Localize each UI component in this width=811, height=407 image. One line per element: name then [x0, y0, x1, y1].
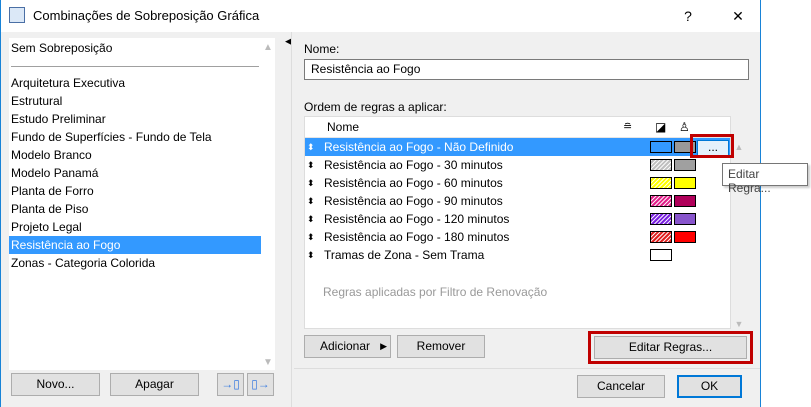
pen-swatch[interactable]	[674, 159, 696, 171]
list-item[interactable]: Sem Sobreposição	[9, 39, 261, 57]
fill-swatch[interactable]	[650, 159, 672, 171]
surface-column-icon: ≘	[623, 121, 633, 133]
rule-name: Tramas de Zona - Sem Trama	[324, 248, 485, 262]
title-bar: Combinações de Sobreposição Gráfica ? ✕	[1, 0, 760, 32]
add-button[interactable]: Adicionar ▶	[304, 335, 391, 358]
fill-column-icon: ◪	[655, 120, 667, 134]
new-button[interactable]: Novo...	[11, 373, 100, 396]
list-item[interactable]: Planta de Piso	[9, 200, 261, 218]
fill-swatch[interactable]	[650, 195, 672, 207]
name-label: Nome:	[304, 42, 340, 56]
pen-swatch[interactable]	[674, 177, 696, 189]
fill-swatch[interactable]	[650, 213, 672, 225]
rule-name: Resistência ao Fogo - 30 minutos	[324, 158, 503, 172]
list-item[interactable]: Fundo de Superfícies - Fundo de Tela	[9, 128, 261, 146]
app-icon	[9, 7, 25, 23]
list-item[interactable]: Resistência ao Fogo	[9, 236, 261, 254]
column-name-header[interactable]: Nome	[327, 117, 359, 138]
drag-handle-icon[interactable]: ⬍	[307, 210, 315, 228]
delete-button[interactable]: Apagar	[110, 373, 199, 396]
table-row[interactable]: ⬍ Resistência ao Fogo - 30 minutos	[305, 156, 730, 174]
rules-table: Nome ≘ ◪ ♙ ⬍ Tramas de Zona - Sem Trama ⬍ R…	[304, 116, 731, 329]
cancel-button[interactable]: Cancelar	[577, 375, 665, 398]
rule-name: Resistência ao Fogo - 60 minutos	[324, 176, 503, 190]
drag-handle-icon[interactable]: ⬍	[307, 192, 315, 210]
rule-name: Resistência ao Fogo - Não Definido	[324, 140, 514, 154]
export-file-icon: ▯→	[251, 377, 270, 391]
import-button[interactable]: →▯	[217, 373, 244, 396]
list-separator	[11, 66, 259, 67]
table-row[interactable]: ⬍ Resistência ao Fogo - 90 minutos	[305, 192, 730, 210]
drag-handle-icon[interactable]: ⬍	[307, 228, 315, 246]
fill-swatch[interactable]	[650, 231, 672, 243]
splitter[interactable]	[291, 32, 292, 407]
drag-handle-icon[interactable]: ⬍	[307, 246, 315, 264]
add-label: Adicionar	[320, 339, 371, 353]
fill-swatch[interactable]	[650, 141, 672, 153]
list-scrollbar[interactable]: ▲ ▼	[261, 38, 275, 370]
table-row[interactable]: ⬍ Resistência ao Fogo - 60 minutos	[305, 174, 730, 192]
fill-swatch[interactable]	[650, 249, 672, 261]
name-input[interactable]: Resistência ao Fogo	[304, 59, 749, 80]
close-button[interactable]: ✕	[723, 4, 753, 28]
rule-name: Resistência ao Fogo - 90 minutos	[324, 194, 503, 208]
list-item[interactable]: Planta de Forro	[9, 182, 261, 200]
list-item[interactable]: Zonas - Categoria Colorida	[9, 254, 261, 272]
list-item[interactable]: Arquitetura Executiva	[9, 74, 261, 92]
list-item[interactable]: Modelo Panamá	[9, 164, 261, 182]
highlight-edit-rule	[690, 134, 734, 158]
list-item[interactable]: Estrutural	[9, 92, 261, 110]
window-title: Combinações de Sobreposição Gráfica	[33, 8, 260, 23]
rule-name: Resistência ao Fogo - 120 minutos	[324, 212, 510, 226]
table-row[interactable]: ⬍ Resistência ao Fogo - 180 minutos	[305, 228, 730, 246]
table-row[interactable]: ⬍ Tramas de Zona - Sem Trama	[305, 246, 730, 264]
table-row[interactable]: ⬍ Resistência ao Fogo - Não Definido	[305, 138, 730, 156]
import-file-icon: →▯	[221, 377, 240, 391]
pen-swatch[interactable]	[674, 231, 696, 243]
dropdown-arrow-icon: ▶	[380, 341, 387, 351]
help-button[interactable]: ?	[673, 4, 703, 28]
renovation-note: Regras aplicadas por Filtro de Renovação	[323, 285, 548, 299]
rules-label: Ordem de regras a aplicar:	[304, 100, 447, 114]
dialog-window: Combinações de Sobreposição Gráfica ? ✕ …	[0, 0, 761, 407]
remove-button[interactable]: Remover	[397, 335, 485, 358]
rule-name: Resistência ao Fogo - 180 minutos	[324, 230, 510, 244]
pen-swatch[interactable]	[674, 195, 696, 207]
pen-column-icon: ♙	[679, 120, 690, 134]
pen-swatch[interactable]	[674, 213, 696, 225]
drag-handle-icon[interactable]: ⬍	[307, 174, 315, 192]
list-item[interactable]: Projeto Legal	[9, 218, 261, 236]
combination-list[interactable]: ▲ ▼ Sem Sobreposição Arquitetura Executiva…	[9, 38, 275, 370]
drag-handle-icon[interactable]: ⬍	[307, 156, 315, 174]
divider	[294, 368, 760, 369]
edit-rules-button[interactable]: Editar Regras...	[594, 336, 747, 359]
tooltip: Editar Regra...	[722, 163, 808, 195]
export-button[interactable]: ▯→	[247, 373, 274, 396]
table-row[interactable]: ⬍ Resistência ao Fogo - 120 minutos	[305, 210, 730, 228]
fill-swatch[interactable]	[650, 177, 672, 189]
list-item[interactable]: Modelo Branco	[9, 146, 261, 164]
list-item[interactable]: Estudo Preliminar	[9, 110, 261, 128]
ok-button[interactable]: OK	[677, 375, 742, 398]
drag-handle-icon[interactable]: ⬍	[307, 138, 315, 156]
